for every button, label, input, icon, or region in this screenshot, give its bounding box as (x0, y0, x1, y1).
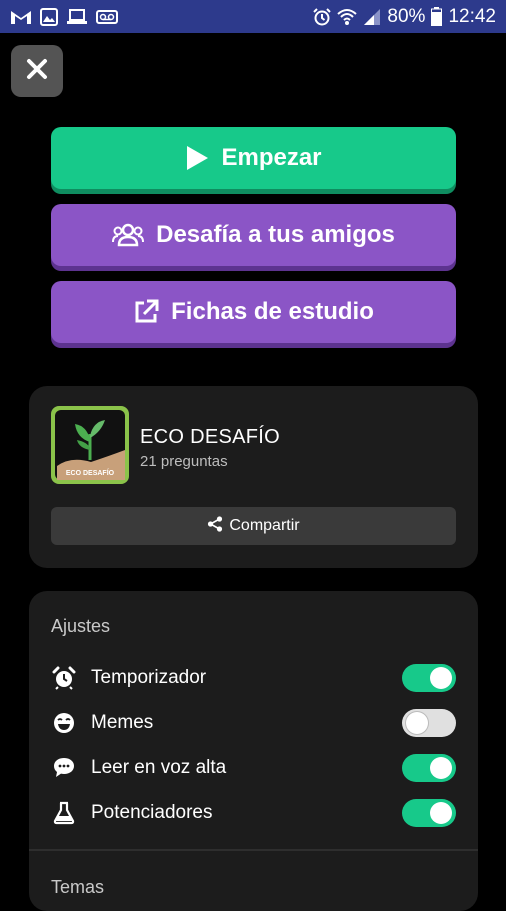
quiz-title: ECO DESAFÍO (140, 426, 280, 448)
challenge-friends-button[interactable]: Desafía a tus amigos (51, 204, 456, 266)
share-button[interactable]: Compartir (51, 507, 456, 545)
status-bar: 80% 12:42 (0, 0, 506, 33)
quiz-question-count: 21 preguntas (140, 453, 228, 470)
flashcards-label: Fichas de estudio (171, 298, 374, 325)
quiz-info-card: ECO DESAFÍO ECO DESAFÍO 21 preguntas Com… (29, 386, 478, 568)
setting-timer: Temporizador (51, 663, 456, 693)
signal-icon (363, 8, 381, 26)
settings-divider (29, 849, 478, 851)
themes-heading: Temas (51, 877, 105, 897)
settings-card: Ajustes Temporizador Memes Leer en voz a… (29, 591, 478, 911)
laptop-icon (66, 8, 88, 25)
setting-timer-label: Temporizador (91, 667, 207, 688)
setting-read-aloud: Leer en voz alta (51, 753, 456, 783)
setting-memes: Memes (51, 708, 456, 738)
battery-icon (431, 7, 443, 26)
thumbnail-caption: ECO DESAFÍO (66, 468, 115, 477)
battery-percent: 80% (387, 5, 426, 27)
alarm-icon (313, 7, 332, 26)
setting-power-ups-label: Potenciadores (91, 802, 213, 823)
setting-power-ups: Potenciadores (51, 798, 456, 828)
quiz-thumbnail: ECO DESAFÍO (51, 406, 129, 484)
power-ups-toggle[interactable] (402, 799, 456, 827)
gmail-icon (10, 9, 32, 25)
external-link-icon (133, 299, 159, 325)
start-button-label: Empezar (221, 144, 322, 171)
speech-bubble-icon (51, 755, 77, 781)
close-button[interactable] (11, 45, 63, 97)
wifi-icon (337, 8, 358, 26)
close-icon (26, 58, 48, 85)
start-button[interactable]: Empezar (51, 127, 456, 189)
setting-read-aloud-label: Leer en voz alta (91, 757, 227, 778)
setting-memes-label: Memes (91, 712, 154, 733)
gallery-icon (40, 7, 58, 26)
clock-time: 12:42 (448, 5, 496, 27)
share-icon (207, 515, 223, 537)
read-aloud-toggle[interactable] (402, 754, 456, 782)
group-icon (112, 223, 145, 247)
play-icon (185, 145, 209, 171)
memes-toggle[interactable] (402, 709, 456, 737)
voicemail-icon (96, 9, 118, 24)
timer-toggle[interactable] (402, 664, 456, 692)
challenge-friends-label: Desafía a tus amigos (156, 221, 395, 248)
flask-icon (51, 800, 77, 826)
laugh-emoji-icon (51, 710, 77, 736)
share-label: Compartir (229, 517, 300, 534)
alarm-clock-icon (51, 665, 77, 691)
flashcards-button[interactable]: Fichas de estudio (51, 281, 456, 343)
settings-heading: Ajustes (51, 616, 111, 636)
